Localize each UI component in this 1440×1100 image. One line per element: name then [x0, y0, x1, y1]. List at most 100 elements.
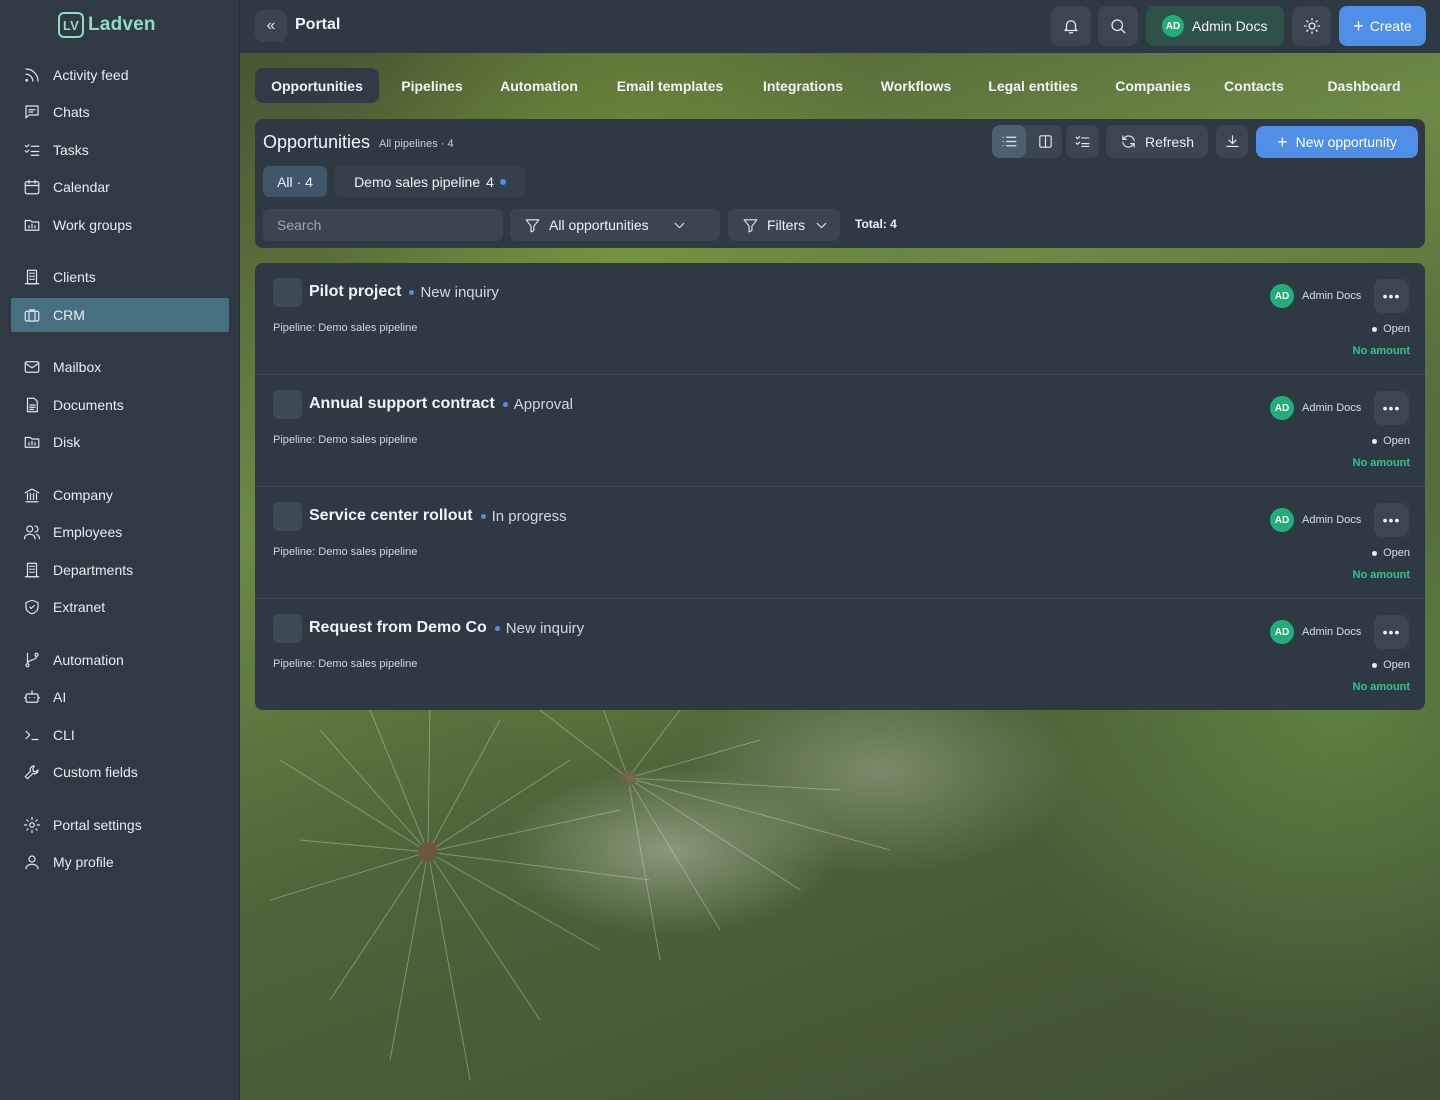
sidebar-item-my-profile[interactable]: My profile	[11, 845, 229, 879]
tab-companies[interactable]: Companies	[1101, 68, 1205, 103]
sidebar-item-cli[interactable]: CLI	[11, 718, 229, 752]
list-item[interactable]: Service center rollout In progress Pipel…	[255, 487, 1425, 599]
stage-label: In progress	[491, 507, 567, 525]
sidebar-item-activity-feed[interactable]: Activity feed	[11, 58, 229, 92]
sidebar-item-label: CRM	[53, 307, 85, 323]
refresh-button[interactable]: Refresh	[1106, 125, 1208, 158]
chip-count: 4	[486, 173, 494, 190]
filters-button[interactable]: Filters	[728, 209, 840, 241]
sidebar-item-mailbox[interactable]: Mailbox	[11, 350, 229, 384]
opportunities-toolbar-panel: Opportunities All pipelines · 4 Refresh …	[255, 119, 1425, 248]
status-badge: Open	[1372, 323, 1410, 335]
sidebar-item-departments[interactable]: Departments	[11, 553, 229, 587]
filter-chip-pipeline[interactable]: Demo sales pipeline 4	[335, 166, 525, 197]
sidebar-item-label: Work groups	[53, 217, 133, 233]
user-icon	[25, 855, 39, 870]
sidebar-item-automation[interactable]: Automation	[11, 643, 229, 677]
tab-dashboard[interactable]: Dashboard	[1303, 68, 1425, 103]
list-icon	[1002, 136, 1016, 147]
sidebar-item-label: Company	[53, 487, 113, 503]
building-icon	[24, 269, 40, 285]
owner-name: Admin Docs	[1302, 290, 1362, 302]
opportunity-title[interactable]: Request from Demo Co	[309, 619, 487, 637]
opportunity-title[interactable]: Service center rollout	[309, 507, 473, 525]
sidebar-item-documents[interactable]: Documents	[11, 388, 229, 422]
sidebar-item-tasks[interactable]: Tasks	[11, 133, 229, 167]
sidebar-item-crm[interactable]: CRM	[11, 298, 229, 332]
user-menu-button[interactable]: AD Admin Docs	[1146, 6, 1284, 46]
status-badge: Open	[1372, 547, 1410, 559]
total-count: Total: 4	[855, 217, 897, 231]
more-actions-button[interactable]: •••	[1374, 279, 1409, 313]
opportunities-list: Pilot project New inquiry Pipeline: Demo…	[255, 263, 1425, 710]
checklist-button[interactable]	[1066, 125, 1099, 158]
create-button[interactable]: + Create	[1339, 6, 1426, 46]
more-actions-button[interactable]: •••	[1374, 615, 1409, 649]
more-actions-button[interactable]: •••	[1374, 503, 1409, 537]
sidebar-item-ai[interactable]: AI	[11, 680, 229, 714]
row-checkbox[interactable]	[273, 278, 302, 307]
list-item[interactable]: Pilot project New inquiry Pipeline: Demo…	[255, 263, 1425, 375]
tab-pipelines[interactable]: Pipelines	[387, 68, 477, 103]
logo-mark: LV	[58, 12, 84, 38]
avatar: AD	[1270, 620, 1294, 644]
list-item[interactable]: Request from Demo Co New inquiry Pipelin…	[255, 599, 1425, 710]
sidebar-item-label: Tasks	[53, 142, 89, 158]
sun-icon	[1303, 17, 1320, 35]
sidebar-item-employees[interactable]: Employees	[11, 515, 229, 549]
app-logo[interactable]: LV Ladven	[58, 11, 156, 39]
sidebar-item-chats[interactable]: Chats	[11, 95, 229, 129]
view-filter-dropdown[interactable]: All opportunities	[510, 209, 720, 241]
stage-dot	[494, 625, 500, 631]
tab-integrations[interactable]: Integrations	[747, 68, 859, 103]
search-button[interactable]	[1098, 6, 1138, 46]
user-name: Admin Docs	[1192, 18, 1268, 34]
owner: AD Admin Docs	[1270, 620, 1361, 644]
avatar: AD	[1270, 396, 1294, 420]
list-view-button[interactable]	[992, 125, 1026, 158]
row-checkbox[interactable]	[273, 614, 302, 643]
tab-opportunities[interactable]: Opportunities	[255, 68, 379, 103]
sidebar-item-label: Extranet	[53, 599, 106, 615]
chat-icon	[25, 105, 39, 119]
rss-icon	[25, 68, 39, 82]
more-actions-button[interactable]: •••	[1374, 391, 1409, 425]
collapse-sidebar-button[interactable]: «	[255, 10, 287, 42]
filter-chip-all[interactable]: All · 4	[263, 166, 327, 197]
new-opportunity-button[interactable]: + New opportunity	[1256, 126, 1418, 158]
export-button[interactable]	[1216, 125, 1248, 158]
gear-icon	[23, 816, 41, 834]
terminal-icon	[25, 730, 39, 741]
kanban-view-button[interactable]	[1028, 125, 1062, 158]
stage-label: New inquiry	[505, 619, 585, 637]
sidebar-item-work-groups[interactable]: Work groups	[11, 208, 229, 242]
status-badge: Open	[1372, 659, 1410, 671]
opportunity-title[interactable]: Pilot project	[309, 283, 401, 301]
sidebar-item-calendar[interactable]: Calendar	[11, 170, 229, 204]
notifications-button[interactable]	[1051, 6, 1091, 46]
theme-toggle-button[interactable]	[1292, 6, 1331, 46]
sidebar-item-company[interactable]: Company	[11, 478, 229, 512]
tab-contacts[interactable]: Contacts	[1213, 68, 1295, 103]
row-checkbox[interactable]	[273, 390, 302, 419]
sidebar-item-custom-fields[interactable]: Custom fields	[11, 755, 229, 789]
amount-label: No amount	[1352, 345, 1410, 357]
sidebar-item-portal-settings[interactable]: Portal settings	[11, 808, 229, 842]
sidebar-item-disk[interactable]: Disk	[11, 425, 229, 459]
tab-legal-entities[interactable]: Legal entities	[973, 68, 1093, 103]
sidebar-item-label: Documents	[53, 397, 124, 413]
columns-icon	[1038, 135, 1052, 148]
sidebar-item-extranet[interactable]: Extranet	[11, 590, 229, 624]
list-item[interactable]: Annual support contract Approval Pipelin…	[255, 375, 1425, 487]
tab-email-templates[interactable]: Email templates	[601, 68, 739, 103]
ellipsis-icon: •••	[1382, 624, 1401, 640]
opportunity-title[interactable]: Annual support contract	[309, 395, 495, 413]
tab-automation[interactable]: Automation	[485, 68, 593, 103]
ellipsis-icon: •••	[1382, 288, 1401, 304]
tab-workflows[interactable]: Workflows	[867, 68, 965, 103]
search-input[interactable]	[263, 209, 503, 241]
tasks-icon	[24, 144, 40, 156]
sidebar-item-clients[interactable]: Clients	[11, 260, 229, 294]
status-label: Open	[1383, 547, 1410, 559]
row-checkbox[interactable]	[273, 502, 302, 531]
